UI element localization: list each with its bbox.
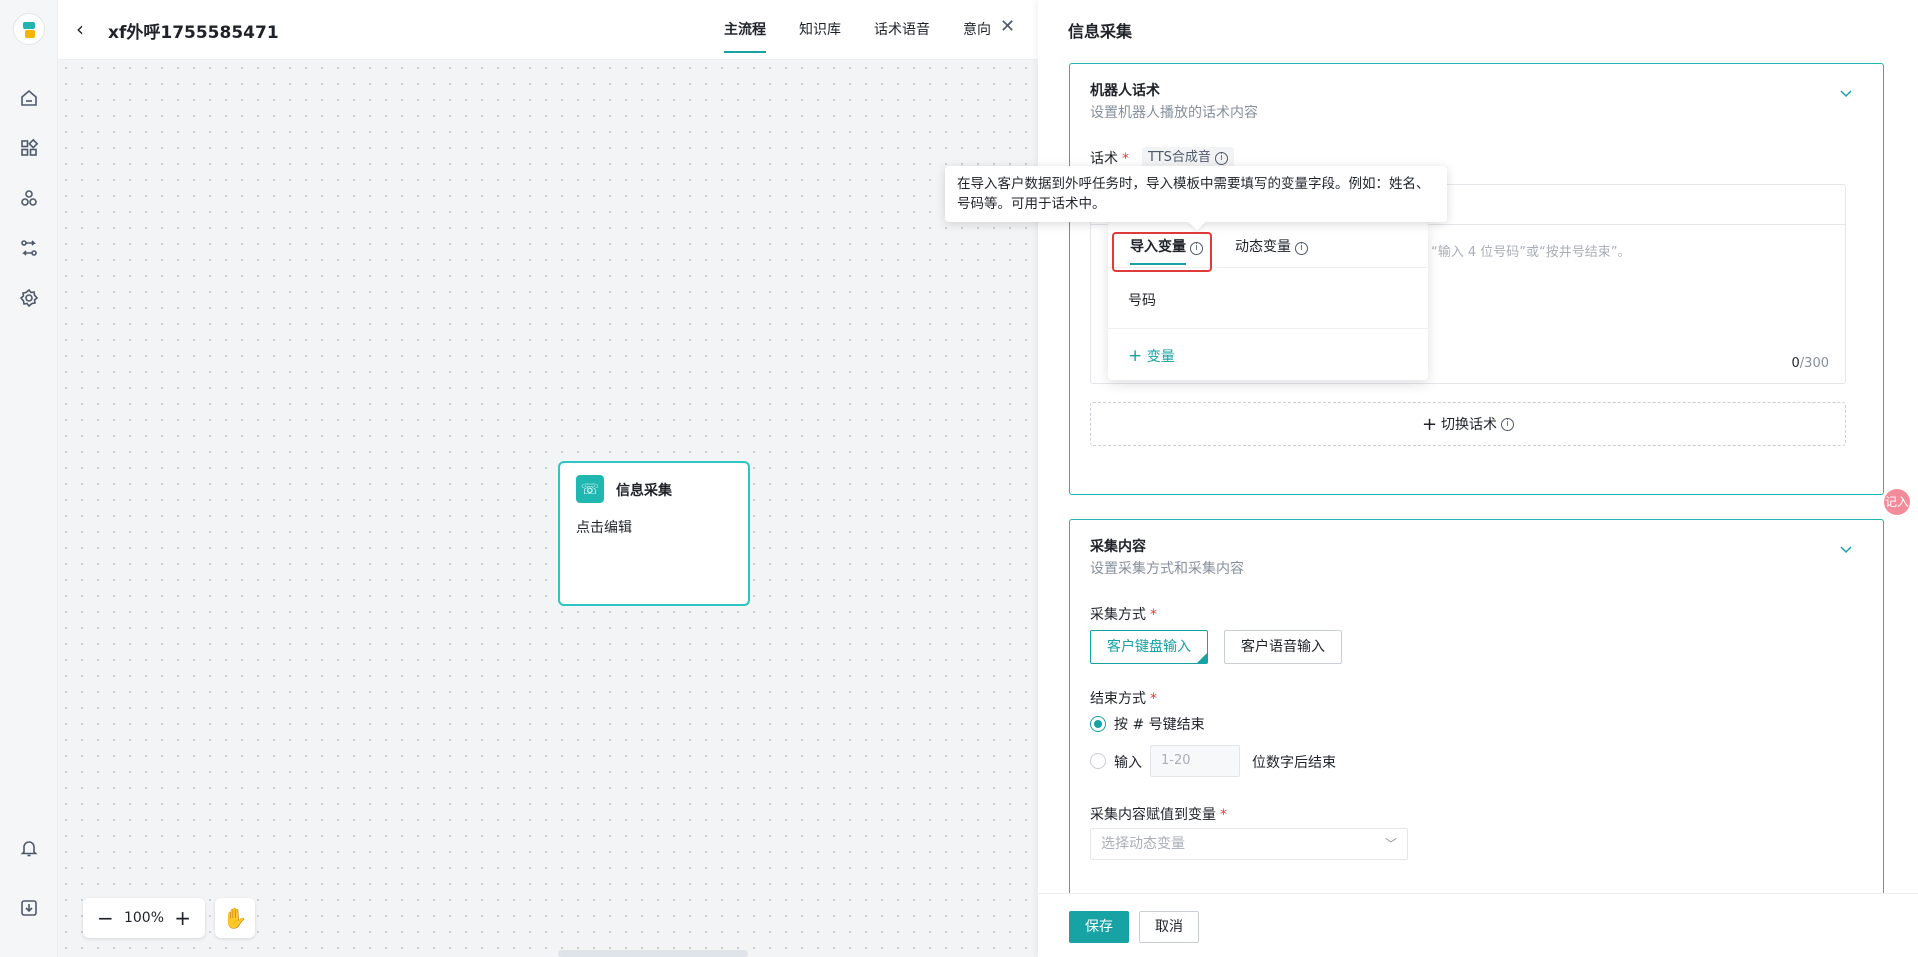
flow-node-info-collect[interactable]: ☏ 信息采集 点击编辑 bbox=[558, 461, 750, 606]
back-icon[interactable]: ‹ bbox=[76, 18, 94, 40]
node-title: 信息采集 bbox=[616, 483, 672, 499]
card-subtitle: 设置采集方式和采集内容 bbox=[1090, 561, 1244, 577]
plus-icon: + bbox=[1421, 413, 1438, 435]
close-icon[interactable]: ✕ bbox=[1000, 16, 1015, 37]
add-variable-button[interactable]: + 变量 bbox=[1128, 346, 1175, 366]
drawer-title: 信息采集 bbox=[1068, 22, 1133, 41]
divider bbox=[1108, 328, 1428, 329]
card-title: 采集内容 bbox=[1090, 539, 1146, 555]
digits-input[interactable]: 1-20 bbox=[1150, 745, 1240, 777]
collect-content-card: 采集内容 设置采集方式和采集内容 采集方式 * 客户键盘输入 客户语音输入 结束方… bbox=[1069, 519, 1884, 899]
end-by-hash-label: 按 # 号键结束 bbox=[1114, 717, 1205, 733]
config-drawer: 信息采集 机器人话术 设置机器人播放的话术内容 话术 * TTS合成音 i “输入 … bbox=[1038, 0, 1918, 957]
zoom-level: 100% bbox=[123, 910, 165, 926]
download-icon[interactable] bbox=[19, 898, 39, 918]
apps-icon[interactable] bbox=[19, 138, 39, 158]
home-icon[interactable] bbox=[19, 88, 39, 108]
method-label: 采集方式 * bbox=[1090, 607, 1157, 623]
editor-placeholder: “输入 4 位号码”或“按井号结束”。 bbox=[1431, 245, 1631, 260]
tab-main-flow[interactable]: 主流程 bbox=[724, 0, 766, 60]
end-by-digits-radio[interactable] bbox=[1090, 753, 1106, 769]
info-icon[interactable]: i bbox=[1295, 242, 1308, 255]
end-by-hash-radio[interactable] bbox=[1090, 716, 1106, 732]
highlight-box bbox=[1112, 232, 1212, 272]
main-tabs: 主流程 知识库 话术语音 意向 bbox=[724, 0, 1024, 60]
tab-knowledge-base[interactable]: 知识库 bbox=[799, 0, 841, 60]
info-icon: i bbox=[1501, 417, 1515, 431]
page-title: xf外呼1755585471 bbox=[108, 23, 279, 43]
zoom-in-button[interactable]: + bbox=[174, 908, 191, 928]
variable-item[interactable]: 号码 bbox=[1128, 290, 1156, 310]
voice-input-option[interactable]: 客户语音输入 bbox=[1224, 630, 1342, 664]
info-icon: i bbox=[1214, 152, 1228, 165]
flow-icon[interactable] bbox=[19, 238, 39, 258]
flow-canvas[interactable] bbox=[58, 60, 1038, 957]
card-title: 机器人话术 bbox=[1090, 83, 1160, 99]
assign-label: 采集内容赋值到变量 * bbox=[1090, 807, 1227, 823]
chevron-down-icon: ﹀ bbox=[1384, 837, 1397, 851]
hand-tool-button[interactable]: ✋ bbox=[215, 898, 255, 938]
tab-dynamic-variable[interactable]: 动态变量 i bbox=[1235, 236, 1308, 256]
save-button[interactable]: 保存 bbox=[1069, 911, 1129, 943]
import-variable-tooltip: 在导入客户数据到外呼任务时，导入模板中需要填写的变量字段。例如：姓名、号码等。可… bbox=[945, 166, 1447, 222]
top-header: ‹ xf外呼1755585471 主流程 知识库 话术语音 意向 ✕ bbox=[58, 0, 1038, 60]
hand-icon: ✋ bbox=[222, 906, 248, 930]
bell-icon[interactable] bbox=[19, 838, 39, 858]
app-logo[interactable] bbox=[13, 13, 45, 45]
phone-icon: ☏ bbox=[576, 475, 604, 503]
floating-assistant-button[interactable]: 记入 bbox=[1884, 489, 1910, 515]
tab-intent[interactable]: 意向 bbox=[963, 0, 991, 60]
chevron-down-icon[interactable] bbox=[1839, 542, 1853, 556]
digits-suffix: 位数字后结束 bbox=[1252, 755, 1336, 771]
settings-icon[interactable] bbox=[19, 288, 39, 308]
keyboard-input-option[interactable]: 客户键盘输入 bbox=[1090, 630, 1208, 664]
tab-speech-audio[interactable]: 话术语音 bbox=[874, 0, 930, 60]
drawer-footer: 保存 取消 bbox=[1038, 893, 1918, 957]
speech-label: 话术 * bbox=[1090, 151, 1129, 167]
end-by-digits-label: 输入 bbox=[1114, 755, 1142, 771]
switch-speech-button[interactable]: + 切换话术 i bbox=[1090, 402, 1846, 446]
agent-icon[interactable] bbox=[19, 188, 39, 208]
left-nav bbox=[0, 0, 58, 957]
plus-icon: + bbox=[1128, 346, 1143, 366]
card-subtitle: 设置机器人播放的话术内容 bbox=[1090, 105, 1258, 121]
char-counter: 0/300 bbox=[1791, 356, 1829, 371]
zoom-control: − 100% + bbox=[83, 898, 205, 938]
cancel-button[interactable]: 取消 bbox=[1139, 911, 1199, 943]
dynamic-variable-select[interactable]: 选择动态变量 ﹀ bbox=[1090, 828, 1408, 860]
zoom-out-button[interactable]: − bbox=[97, 908, 114, 928]
chevron-down-icon[interactable] bbox=[1839, 86, 1853, 100]
node-subtitle: 点击编辑 bbox=[576, 520, 632, 536]
horizontal-scrollbar[interactable] bbox=[558, 950, 748, 957]
end-label: 结束方式 * bbox=[1090, 691, 1157, 707]
